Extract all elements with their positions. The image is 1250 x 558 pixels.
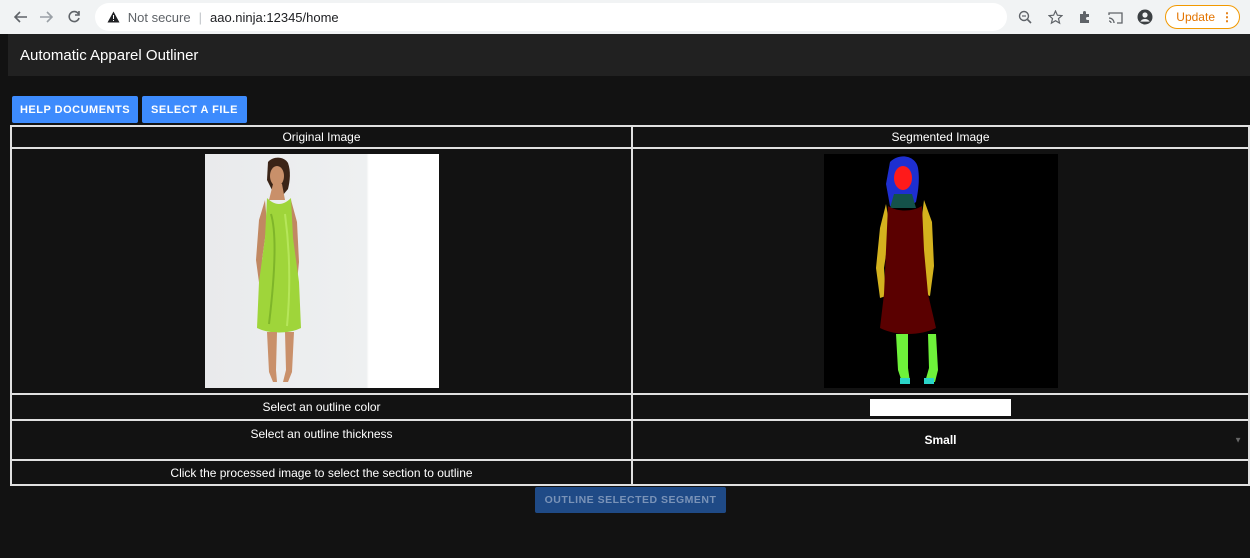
zoom-icon[interactable] bbox=[1013, 5, 1037, 29]
instruction-row: Click the processed image to select the … bbox=[10, 459, 1250, 486]
header-row: Original Image Segmented Image bbox=[10, 125, 1250, 149]
back-arrow-icon[interactable] bbox=[10, 6, 32, 28]
segmented-image[interactable] bbox=[823, 154, 1058, 388]
outline-color-cell bbox=[631, 393, 1250, 421]
app-body: HELP DOCUMENTS SELECT A FILE Original Im… bbox=[0, 76, 1250, 558]
url-separator: | bbox=[198, 9, 202, 25]
outline-color-picker[interactable] bbox=[870, 398, 1011, 416]
select-file-button[interactable]: SELECT A FILE bbox=[142, 96, 247, 123]
outline-thickness-value: Small bbox=[924, 433, 957, 447]
url-text[interactable]: aao.ninja:12345/home bbox=[210, 10, 339, 25]
cast-icon[interactable] bbox=[1103, 5, 1127, 29]
update-button[interactable]: Update ⋮ bbox=[1165, 5, 1240, 29]
color-row: Select an outline color bbox=[10, 393, 1250, 421]
outline-thickness-label: Select an outline thickness bbox=[10, 419, 633, 461]
outline-thickness-select[interactable]: Small ▼ bbox=[633, 421, 1248, 459]
profile-icon[interactable] bbox=[1133, 5, 1157, 29]
address-bar[interactable]: Not secure | aao.ninja:12345/home bbox=[94, 3, 1008, 31]
update-label: Update bbox=[1176, 10, 1215, 24]
app-header: Automatic Apparel Outliner bbox=[8, 34, 1250, 76]
model-photo bbox=[255, 157, 301, 382]
extensions-puzzle-icon[interactable] bbox=[1073, 5, 1097, 29]
help-documents-button[interactable]: HELP DOCUMENTS bbox=[12, 96, 138, 123]
outline-thickness-cell[interactable]: Small ▼ bbox=[631, 419, 1250, 461]
segmented-image-header: Segmented Image bbox=[631, 125, 1250, 149]
empty-cell bbox=[631, 459, 1250, 486]
original-image bbox=[204, 154, 439, 388]
security-label: Not secure bbox=[127, 9, 191, 25]
original-image-cell bbox=[10, 147, 633, 395]
forward-arrow-icon[interactable] bbox=[36, 6, 58, 28]
outline-color-label: Select an outline color bbox=[10, 393, 633, 421]
dropdown-arrow-icon: ▼ bbox=[1234, 435, 1242, 445]
outliner-table: Original Image Segmented Image Select an… bbox=[10, 125, 1250, 486]
segmentation-mask bbox=[875, 156, 938, 384]
app-title: Automatic Apparel Outliner bbox=[20, 46, 199, 64]
original-image-header: Original Image bbox=[10, 125, 633, 149]
click-instruction-label: Click the processed image to select the … bbox=[10, 459, 633, 486]
browser-toolbar: Not secure | aao.ninja:12345/home Update… bbox=[0, 0, 1250, 34]
toolbar: HELP DOCUMENTS SELECT A FILE bbox=[12, 96, 247, 123]
thickness-row: Select an outline thickness Small ▼ bbox=[10, 419, 1250, 461]
kebab-menu-icon: ⋮ bbox=[1221, 10, 1233, 24]
browser-actions: Update ⋮ bbox=[1007, 5, 1240, 29]
star-bookmark-icon[interactable] bbox=[1043, 5, 1067, 29]
outline-selected-segment-button[interactable]: OUTLINE SELECTED SEGMENT bbox=[535, 487, 726, 513]
image-row bbox=[10, 147, 1250, 395]
warning-triangle-icon bbox=[107, 10, 121, 24]
reload-icon[interactable] bbox=[63, 6, 85, 28]
segmented-image-cell[interactable] bbox=[631, 147, 1250, 395]
